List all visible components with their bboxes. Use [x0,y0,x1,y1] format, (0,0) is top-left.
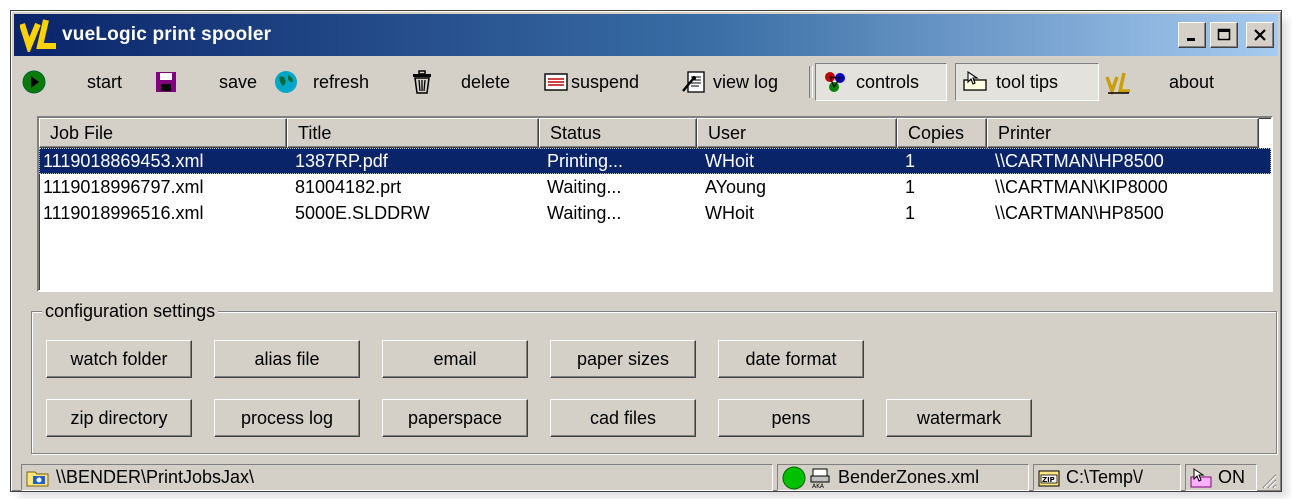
cell-user: AYoung [705,177,767,197]
cell-user: WHoit [705,151,754,171]
paperspace-button[interactable]: paperspace [382,399,528,437]
title-bar[interactable]: vueLogic print spooler [14,14,1278,56]
controls-button[interactable]: controls [815,63,947,101]
resize-grip-icon[interactable] [1259,471,1277,489]
suspend-icon [543,69,569,95]
start-label: start [87,71,123,92]
status-indicator-icon [782,466,806,490]
vuelogic-icon [1105,69,1131,95]
controls-icon [822,69,848,95]
toolbar-separator [809,66,813,98]
status-alias-panel: AKA BenderZones.xml [777,464,1029,491]
minimize-button[interactable] [1178,22,1206,48]
cell-copies: 1 [905,203,916,223]
column-title[interactable]: Title [287,118,539,148]
play-icon [21,69,47,95]
toolbar: start save refresh delete suspend view l… [15,61,1277,103]
watch-folder-button[interactable]: watch folder [46,340,192,378]
tooltip-state-icon [1190,467,1212,489]
main-window: vueLogic print spooler start save refres… [10,10,1282,492]
status-path-panel: \\BENDER\PrintJobsJax\ [21,464,773,491]
table-row[interactable]: 1119018996516.xml 5000E.SLDDRW Waiting..… [39,200,1271,226]
window-title: vueLogic print spooler [62,24,272,45]
configuration-settings-group: configuration settings watch folder alia… [31,301,1277,454]
svg-text:AKA: AKA [812,483,825,489]
column-copies[interactable]: Copies [897,118,987,148]
vuelogic-logo-icon [19,18,58,55]
email-button[interactable]: email [382,340,528,378]
cell-printer: \\CARTMAN\HP8500 [995,151,1164,171]
configuration-settings-label: configuration settings [42,301,219,321]
controls-label: controls [856,71,920,92]
watch-path: \\BENDER\PrintJobsJax\ [56,467,255,487]
log-icon [681,69,707,95]
column-printer[interactable]: Printer [987,118,1259,148]
alias-icon: AKA [810,467,832,489]
zip-path: C:\Temp\/ [1066,467,1144,487]
cell-printer: \\CARTMAN\HP8500 [995,203,1164,223]
date-format-button[interactable]: date format [718,340,864,378]
paper-sizes-button[interactable]: paper sizes [550,340,696,378]
table-row[interactable]: 1119018996797.xml 81004182.prt Waiting..… [39,174,1271,200]
about-label: about [1169,71,1215,92]
cell-status: Printing... [547,151,624,171]
cell-job-file: 1119018869453.xml [43,151,204,171]
folder-icon [26,468,50,488]
alias-file-button[interactable]: alias file [214,340,360,378]
globe-icon [273,69,299,95]
cell-copies: 1 [905,177,916,197]
cell-status: Waiting... [547,177,622,197]
delete-button[interactable]: delete [403,63,537,101]
save-label: save [219,71,258,92]
tool-tips-icon [962,69,988,95]
tool-tips-button[interactable]: tool tips [955,63,1099,101]
table-row[interactable]: 1119018869453.xml 1387RP.pdf Printing...… [39,148,1271,174]
refresh-button[interactable]: refresh [267,63,403,101]
cell-user: WHoit [705,203,754,223]
cell-job-file: 1119018996516.xml [43,203,204,223]
column-job-file[interactable]: Job File [39,118,287,148]
watermark-button[interactable]: watermark [886,399,1032,437]
column-status[interactable]: Status [539,118,697,148]
cell-job-file: 1119018996797.xml [43,177,204,197]
cell-title: 81004182.prt [295,177,402,197]
suspend-label: suspend [571,71,640,92]
delete-label: delete [461,71,511,92]
cell-title: 5000E.SLDDRW [295,203,430,223]
svg-text:ZIP: ZIP [1042,476,1055,484]
zip-icon: ZIP [1038,468,1060,488]
floppy-disk-icon [153,69,179,95]
cell-copies: 1 [905,151,916,171]
status-tooltips-panel: ON [1185,464,1257,491]
save-button[interactable]: save [147,63,267,101]
job-list[interactable]: Job File Title Status User Copies Printe… [37,116,1273,292]
cell-printer: \\CARTMAN\KIP8000 [995,177,1168,197]
column-user[interactable]: User [697,118,897,148]
cad-files-button[interactable]: cad files [550,399,696,437]
tooltip-state: ON [1218,467,1245,487]
status-bar: \\BENDER\PrintJobsJax\ AKA BenderZones.x… [13,464,1279,491]
tool-tips-label: tool tips [996,71,1059,92]
maximize-button[interactable] [1210,22,1238,48]
cell-title: 1387RP.pdf [295,151,388,171]
suspend-button[interactable]: suspend [537,63,675,101]
close-button[interactable] [1246,22,1274,48]
view-log-label: view log [713,71,779,92]
cell-status: Waiting... [547,203,622,223]
alias-file-name: BenderZones.xml [838,467,980,487]
trash-can-icon [409,69,435,95]
view-log-button[interactable]: view log [675,63,807,101]
about-button[interactable]: about [1099,63,1215,101]
refresh-label: refresh [313,71,370,92]
process-log-button[interactable]: process log [214,399,360,437]
zip-directory-button[interactable]: zip directory [46,399,192,437]
pens-button[interactable]: pens [718,399,864,437]
job-list-header: Job File Title Status User Copies Printe… [39,118,1271,148]
status-zip-panel: ZIP C:\Temp\/ [1033,464,1181,491]
start-button[interactable]: start [15,63,147,101]
